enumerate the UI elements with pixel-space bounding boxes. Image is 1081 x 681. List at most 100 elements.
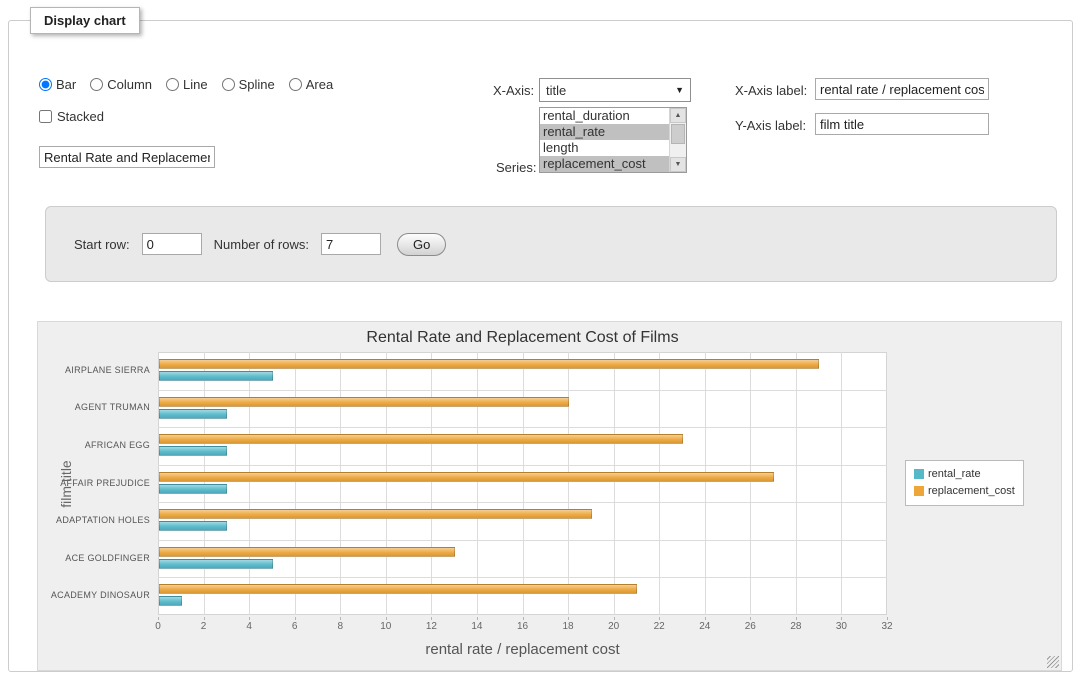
tick-label: 22 bbox=[639, 621, 679, 632]
bar-rental_rate[interactable] bbox=[159, 596, 182, 606]
series-list-label: Series: bbox=[496, 160, 536, 175]
num-rows-input[interactable] bbox=[321, 233, 381, 255]
x-axis-select[interactable]: title ▼ bbox=[539, 78, 691, 102]
num-rows-label: Number of rows: bbox=[214, 237, 309, 252]
chevron-down-icon: ▼ bbox=[675, 85, 684, 95]
chart-title-input[interactable] bbox=[39, 146, 215, 168]
gridline-vertical bbox=[796, 352, 797, 615]
tick-label: 4 bbox=[229, 621, 269, 632]
tick-label: 14 bbox=[457, 621, 497, 632]
start-row-input[interactable] bbox=[142, 233, 202, 255]
x-axis-title: rental rate / replacement cost bbox=[158, 641, 887, 658]
chart-type-radio-area[interactable] bbox=[289, 78, 302, 91]
page: Bar Column Line Spline Area Stacked X-Ax… bbox=[0, 0, 1081, 681]
legend-label: replacement_cost bbox=[928, 483, 1015, 500]
series-listbox[interactable]: rental_duration rental_rate length repla… bbox=[539, 107, 687, 173]
gridline-horizontal bbox=[158, 427, 887, 428]
bar-rental_rate[interactable] bbox=[159, 521, 227, 531]
chart-type-radio-group: Bar Column Line Spline Area bbox=[39, 77, 343, 92]
chart: Rental Rate and Replacement Cost of Film… bbox=[38, 322, 1061, 670]
category-label: ACE GOLDFINGER bbox=[38, 553, 150, 563]
chart-type-label-bar: Bar bbox=[56, 77, 76, 92]
tick-mark bbox=[158, 617, 159, 620]
chart-type-radio-column[interactable] bbox=[90, 78, 103, 91]
chart-title: Rental Rate and Replacement Cost of Film… bbox=[158, 329, 887, 347]
tick-mark bbox=[340, 617, 341, 620]
y-axis-title: film title bbox=[58, 460, 74, 507]
x-axis-select-label: X-Axis: bbox=[493, 83, 534, 98]
tick-mark bbox=[249, 617, 250, 620]
tick-mark bbox=[386, 617, 387, 620]
tick-label: 26 bbox=[730, 621, 770, 632]
bar-replacement_cost[interactable] bbox=[159, 434, 683, 444]
bar-rental_rate[interactable] bbox=[159, 559, 273, 569]
y-axis-label-input[interactable] bbox=[815, 113, 989, 135]
tick-mark bbox=[841, 617, 842, 620]
series-option-rental-duration[interactable]: rental_duration bbox=[540, 108, 669, 124]
bar-rental_rate[interactable] bbox=[159, 371, 273, 381]
chart-type-radio-spline[interactable] bbox=[222, 78, 235, 91]
stacked-label: Stacked bbox=[57, 109, 104, 124]
gridline-vertical bbox=[659, 352, 660, 615]
series-listbox-items: rental_duration rental_rate length repla… bbox=[540, 108, 669, 172]
bar-replacement_cost[interactable] bbox=[159, 547, 455, 557]
scroll-down-icon[interactable]: ▼ bbox=[670, 157, 686, 172]
bar-replacement_cost[interactable] bbox=[159, 584, 637, 594]
gridline-vertical bbox=[431, 352, 432, 615]
gridline-vertical bbox=[841, 352, 842, 615]
tick-label: 6 bbox=[275, 621, 315, 632]
x-axis-label-field-label: X-Axis label: bbox=[735, 83, 807, 98]
tick-mark bbox=[295, 617, 296, 620]
gridline-horizontal bbox=[158, 540, 887, 541]
chart-type-label-line: Line bbox=[183, 77, 208, 92]
chart-type-label-column: Column bbox=[107, 77, 152, 92]
tick-label: 32 bbox=[867, 621, 907, 632]
bar-rental_rate[interactable] bbox=[159, 409, 227, 419]
bar-replacement_cost[interactable] bbox=[159, 472, 774, 482]
chart-type-radio-bar[interactable] bbox=[39, 78, 52, 91]
gridline-vertical bbox=[568, 352, 569, 615]
gridline-vertical bbox=[340, 352, 341, 615]
fieldset-legend: Display chart bbox=[30, 7, 140, 34]
display-chart-fieldset: Bar Column Line Spline Area Stacked X-Ax… bbox=[8, 20, 1073, 672]
tick-label: 2 bbox=[184, 621, 224, 632]
stacked-checkbox[interactable] bbox=[39, 110, 52, 123]
go-button[interactable]: Go bbox=[397, 233, 446, 256]
rows-panel: Start row: Number of rows: Go bbox=[45, 206, 1057, 282]
series-option-rental-rate[interactable]: rental_rate bbox=[540, 124, 669, 140]
gridline-vertical bbox=[249, 352, 250, 615]
scroll-up-icon[interactable]: ▲ bbox=[670, 108, 686, 123]
series-listbox-scrollbar[interactable]: ▲ ▼ bbox=[669, 108, 686, 172]
bar-replacement_cost[interactable] bbox=[159, 509, 592, 519]
legend-item-rental_rate[interactable]: rental_rate bbox=[914, 466, 1015, 483]
x-axis-label-input[interactable] bbox=[815, 78, 989, 100]
gridline-vertical bbox=[705, 352, 706, 615]
tick-label: 20 bbox=[594, 621, 634, 632]
tick-label: 24 bbox=[685, 621, 725, 632]
tick-label: 16 bbox=[503, 621, 543, 632]
bar-replacement_cost[interactable] bbox=[159, 397, 569, 407]
scrollbar-thumb[interactable] bbox=[671, 124, 685, 144]
tick-mark bbox=[750, 617, 751, 620]
tick-label: 10 bbox=[366, 621, 406, 632]
x-axis-select-value: title bbox=[546, 83, 566, 98]
bar-replacement_cost[interactable] bbox=[159, 359, 819, 369]
tick-label: 8 bbox=[320, 621, 360, 632]
resize-handle-icon[interactable] bbox=[1047, 656, 1059, 668]
tick-label: 18 bbox=[548, 621, 588, 632]
chart-legend: rental_ratereplacement_cost bbox=[905, 460, 1024, 506]
y-axis-label-field-label: Y-Axis label: bbox=[735, 118, 806, 133]
gridline-horizontal bbox=[158, 390, 887, 391]
bar-rental_rate[interactable] bbox=[159, 446, 227, 456]
category-label: AFFAIR PREJUDICE bbox=[38, 478, 150, 488]
category-label: ADAPTATION HOLES bbox=[38, 515, 150, 525]
bar-rental_rate[interactable] bbox=[159, 484, 227, 494]
series-option-length[interactable]: length bbox=[540, 140, 669, 156]
chart-type-radio-line[interactable] bbox=[166, 78, 179, 91]
series-option-replacement-cost[interactable]: replacement_cost bbox=[540, 156, 669, 172]
tick-label: 30 bbox=[821, 621, 861, 632]
tick-label: 12 bbox=[411, 621, 451, 632]
legend-label: rental_rate bbox=[928, 466, 981, 483]
legend-item-replacement_cost[interactable]: replacement_cost bbox=[914, 483, 1015, 500]
gridline-horizontal bbox=[158, 577, 887, 578]
